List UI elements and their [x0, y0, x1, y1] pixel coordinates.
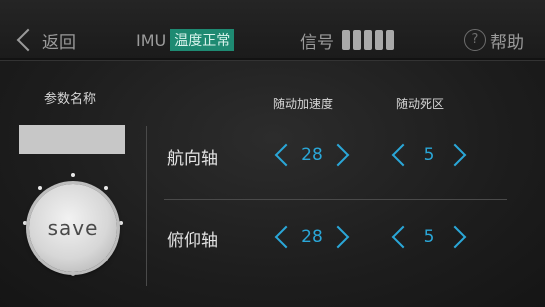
knob-dot: [71, 173, 75, 177]
signal-bar: [353, 30, 361, 50]
signal-label: 信号: [300, 32, 334, 53]
deadzone-stepper-pitch: 5: [391, 225, 467, 249]
param-name-field[interactable]: [19, 125, 125, 154]
save-button[interactable]: save: [29, 184, 117, 272]
deadzone-stepper-yaw: 5: [391, 143, 467, 167]
top-bar: 返回 IMU 温度正常 信号 ? 帮助: [0, 0, 545, 60]
accel-value-pitch: 28: [301, 227, 323, 247]
increment-arrow-icon[interactable]: [326, 143, 350, 167]
decrement-arrow-icon[interactable]: [391, 143, 415, 167]
axis-label-pitch: 俯仰轴: [167, 231, 218, 251]
deadzone-value-yaw: 5: [423, 145, 435, 165]
help-button[interactable]: ? 帮助: [464, 22, 524, 58]
signal-bar: [375, 30, 383, 50]
help-label: 帮助: [490, 32, 524, 53]
deadzone-value-pitch: 5: [423, 227, 435, 247]
help-icon: ?: [464, 29, 486, 51]
knob-dot: [38, 186, 42, 190]
chevron-left-icon: [16, 28, 40, 52]
signal-indicator: 信号: [300, 22, 394, 58]
decrement-arrow-icon[interactable]: [274, 225, 298, 249]
decrement-arrow-icon[interactable]: [274, 143, 298, 167]
signal-bars-icon: [342, 30, 394, 50]
accel-stepper-yaw: 28: [274, 143, 350, 167]
deadzone-column-header: 随动死区: [396, 97, 445, 111]
back-button[interactable]: 返回: [14, 22, 76, 58]
status-badge: 温度正常: [170, 29, 235, 51]
app-root: 返回 IMU 温度正常 信号 ? 帮助 参数名称 save 随动加速度 随动死区…: [0, 0, 545, 307]
knob-dot: [104, 186, 108, 190]
accel-value-yaw: 28: [301, 145, 323, 165]
increment-arrow-icon[interactable]: [326, 225, 350, 249]
param-name-title: 参数名称: [44, 92, 97, 107]
decrement-arrow-icon[interactable]: [391, 225, 415, 249]
imu-status: IMU 温度正常: [136, 22, 235, 58]
increment-arrow-icon[interactable]: [443, 143, 467, 167]
increment-arrow-icon[interactable]: [443, 225, 467, 249]
knob-dot: [119, 221, 123, 225]
axis-label-yaw: 航向轴: [167, 149, 218, 169]
accel-stepper-pitch: 28: [274, 225, 350, 249]
imu-label: IMU: [136, 30, 167, 50]
signal-bar: [342, 30, 350, 50]
knob-dot: [23, 221, 27, 225]
signal-bar: [386, 30, 394, 50]
accel-column-header: 随动加速度: [273, 97, 334, 111]
row-divider: [164, 199, 507, 200]
knob-dot: [71, 272, 75, 276]
signal-bar: [364, 30, 372, 50]
back-label: 返回: [42, 32, 76, 53]
vertical-divider: [146, 126, 147, 286]
